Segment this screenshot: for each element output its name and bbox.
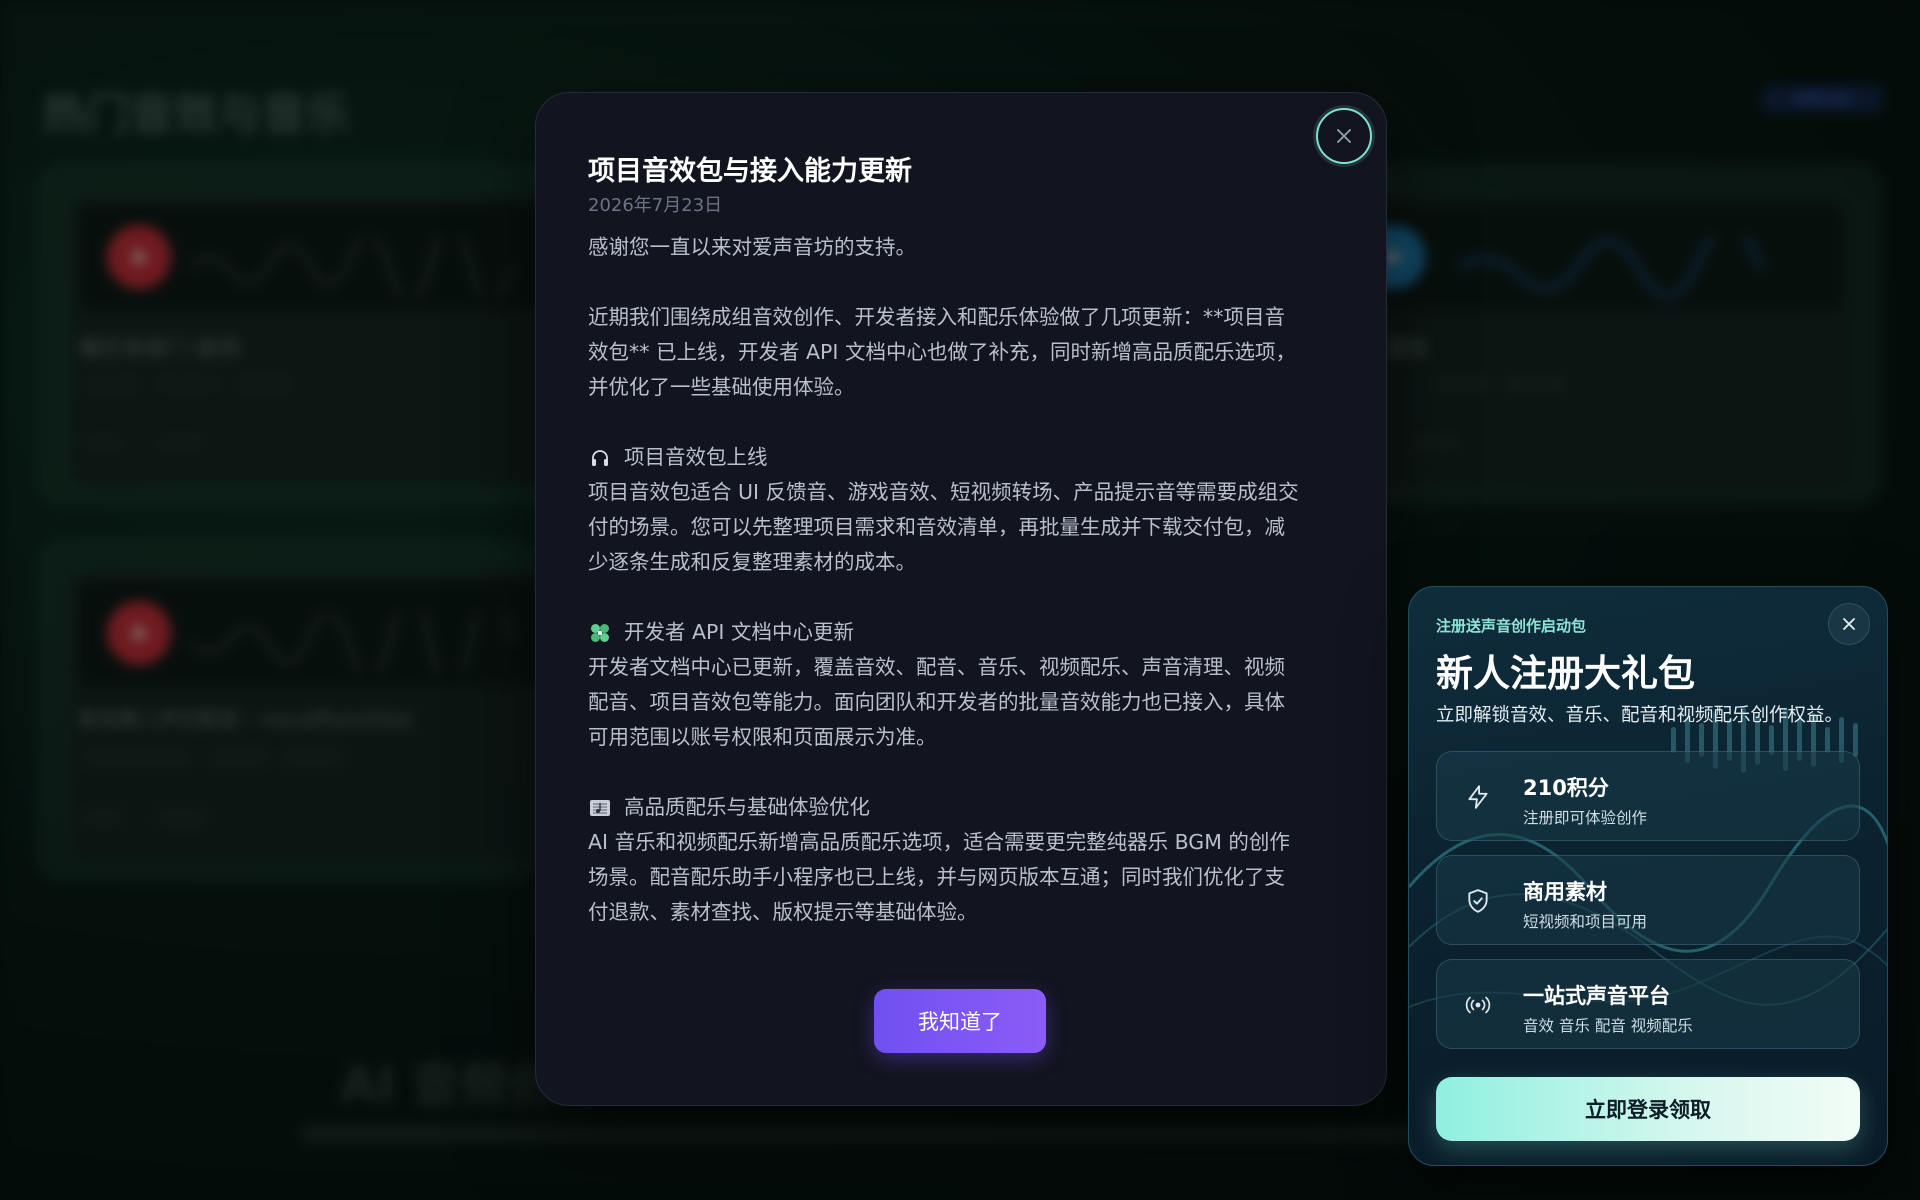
section-heading-text: 高品质配乐与基础体验优化 [624,795,870,819]
section-heading-text: 项目音效包上线 [624,445,768,469]
section-heading: 项目音效包上线 [588,440,1348,475]
gift-close-button[interactable] [1828,603,1870,645]
section-line: 配音、项目音效包等能力。面向团队和开发者的批量音效能力也已接入，具体 [588,690,1285,714]
section-line: AI 音乐和视频配乐新增高品质配乐选项，适合需要更完整纯器乐 BGM 的创作 [588,830,1290,854]
section-heading: 高品质配乐与基础体验优化 [588,790,1348,825]
benefit-title: 210积分 [1523,776,1609,800]
benefit-desc: 音效 音乐 配音 视频配乐 [1523,1017,1693,1035]
section-heading-text: 开发者 API 文档中心更新 [624,620,854,644]
benefit-desc: 注册即可体验创作 [1523,809,1648,827]
section-heading: 开发者 API 文档中心更新 [588,615,1348,650]
puzzle-piece-icon [588,621,612,645]
section-line: 少逐条生成和反复整理素材的成本。 [588,550,916,574]
announcement-modal: 项目音效包与接入能力更新 2026年7月23日 感谢您一直以来对爱声音坊的支持。… [535,92,1387,1106]
benefit-card-commercial: 商用素材 短视频和项目可用 [1436,855,1860,945]
music-score-icon [588,796,612,820]
new-user-gift-panel: 注册送声音创作启动包 新人注册大礼包 立即解锁音效、音乐、配音和视频配乐创作权益… [1408,586,1888,1166]
benefit-card-platform: 一站式声音平台 音效 音乐 配音 视频配乐 [1436,959,1860,1049]
gift-subtitle: 立即解锁音效、音乐、配音和视频配乐创作权益。 [1436,705,1844,726]
benefit-title: 一站式声音平台 [1523,984,1670,1008]
acknowledge-button[interactable]: 我知道了 [874,989,1046,1053]
close-icon [1843,618,1855,630]
gift-title: 新人注册大礼包 [1436,652,1695,695]
intro-paragraph: 感谢您一直以来对爱声音坊的支持。 [588,235,916,259]
benefit-title: 商用素材 [1523,880,1607,904]
section-line: 项目音效包适合 UI 反馈音、游戏音效、短视频转场、产品提示音等需要成组交 [588,480,1299,504]
update-line: 近期我们围绕成组音效创作、开发者接入和配乐体验做了几项更新：**项目音 [588,305,1285,329]
section-line: 可用范围以账号权限和页面展示为准。 [588,725,937,749]
section-line: 付退款、素材查找、版权提示等基础体验。 [588,900,978,924]
login-claim-button[interactable]: 立即登录领取 [1436,1077,1860,1141]
headphones-icon [588,446,612,470]
broadcast-icon [1463,990,1493,1020]
shield-check-icon [1463,886,1493,916]
section-line: 开发者文档中心已更新，覆盖音效、配音、音乐、视频配乐、声音清理、视频 [588,655,1285,679]
benefit-card-points: 210积分 注册即可体验创作 [1436,751,1860,841]
lightning-icon [1463,782,1493,812]
update-line: 效包** 已上线，开发者 API 文档中心也做了补充，同时新增高品质配乐选项， [588,340,1296,364]
modal-close-button[interactable] [1316,108,1372,164]
gift-kicker: 注册送声音创作启动包 [1436,617,1587,635]
modal-title: 项目音效包与接入能力更新 [588,156,912,187]
close-icon [1337,129,1351,143]
section-line: 付的场景。您可以先整理项目需求和音效清单，再批量生成并下载交付包，减 [588,515,1285,539]
modal-body: 感谢您一直以来对爱声音坊的支持。 近期我们围绕成组音效创作、开发者接入和配乐体验… [588,230,1348,930]
update-line: 并优化了一些基础使用体验。 [588,375,855,399]
section-line: 场景。配音配乐助手小程序也已上线，并与网页版本互通；同时我们优化了支 [588,865,1285,889]
modal-date: 2026年7月23日 [588,195,723,216]
benefit-desc: 短视频和项目可用 [1523,913,1648,931]
